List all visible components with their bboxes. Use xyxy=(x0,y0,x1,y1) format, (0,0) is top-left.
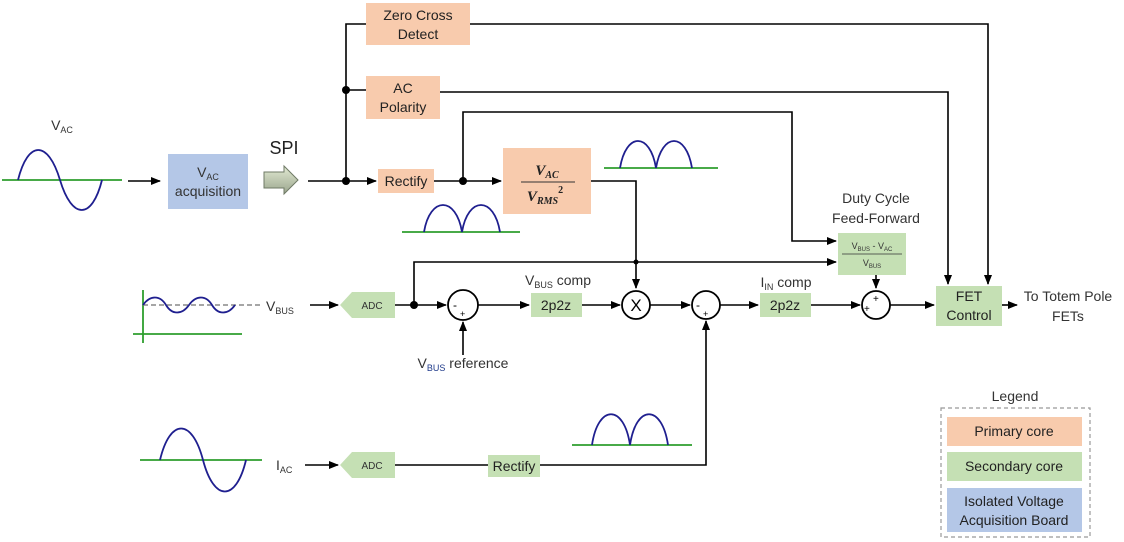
iac-label: IAC xyxy=(276,457,293,475)
legend-item-primary-core: Primary core xyxy=(947,417,1082,446)
iin-comp-label: IIN comp xyxy=(760,274,811,292)
multiplier-junction: X xyxy=(621,290,651,320)
zero-cross-detect-block: Zero Cross Detect xyxy=(366,3,470,45)
svg-text:FETs: FETs xyxy=(1052,308,1084,324)
svg-text:Acquisition Board: Acquisition Board xyxy=(960,512,1069,528)
svg-text:acquisition: acquisition xyxy=(175,183,241,199)
feedforward-summing-junction: + + xyxy=(861,290,891,320)
fet-control-block: FET Control xyxy=(936,286,1002,326)
duty-ff-title: Duty Cycle xyxy=(842,190,910,206)
vbus-compensator-block: 2p2z xyxy=(531,293,582,317)
svg-text:Control: Control xyxy=(946,307,991,323)
rectify-top-block: Rectify xyxy=(378,169,434,193)
vac-normalization-block: VAC VRMS2 xyxy=(503,148,591,214)
pfc-control-diagram: VAC VAC acquisition SPI Zero Cross Detec… xyxy=(2,3,1113,538)
svg-text:ADC: ADC xyxy=(361,301,382,312)
svg-text:Isolated Voltage: Isolated Voltage xyxy=(964,493,1064,509)
duty-cycle-feedforward-block: VBUS - VAC VBUS xyxy=(838,233,906,275)
legend-item-secondary-core: Secondary core xyxy=(947,452,1082,481)
svg-text:Zero Cross: Zero Cross xyxy=(383,7,452,23)
svg-text:AC: AC xyxy=(393,80,412,96)
svg-text:-: - xyxy=(696,298,700,312)
svg-text:+: + xyxy=(864,304,870,315)
svg-text:+: + xyxy=(460,309,465,319)
vac-acquisition-block: VAC acquisition xyxy=(168,154,248,209)
svg-text:Polarity: Polarity xyxy=(380,99,427,115)
vac-label: VAC xyxy=(51,117,73,135)
ac-polarity-block: AC Polarity xyxy=(366,76,440,119)
adc-vbus-block: ADC xyxy=(340,292,395,318)
current-compensator-block: 2p2z xyxy=(760,293,811,317)
svg-text:Rectify: Rectify xyxy=(385,173,428,189)
rectified-waveform-current xyxy=(572,413,692,446)
svg-text:Feed-Forward: Feed-Forward xyxy=(832,210,920,226)
svg-text:2p2z: 2p2z xyxy=(541,297,571,313)
legend-item-isolated-board: Isolated Voltage Acquisition Board xyxy=(947,488,1082,532)
adc-iac-block: ADC xyxy=(340,452,395,478)
rectified-waveform-top xyxy=(402,204,520,233)
spi-arrow-icon xyxy=(263,164,299,196)
svg-text:+: + xyxy=(703,309,708,319)
svg-text:Rectify: Rectify xyxy=(493,458,536,474)
iac-waveform xyxy=(140,427,262,493)
vbus-label: VBUS xyxy=(266,298,294,316)
legend: Legend Primary core Secondary core Isola… xyxy=(940,388,1091,538)
output-label: To Totem Pole xyxy=(1024,288,1113,304)
vbus-reference-label: VBUS reference xyxy=(418,355,509,373)
rectified-waveform-normalized xyxy=(604,140,718,169)
vbus-error-summing-junction: - + xyxy=(447,289,479,321)
svg-text:X: X xyxy=(630,296,641,315)
svg-text:Detect: Detect xyxy=(398,26,439,42)
svg-text:Primary core: Primary core xyxy=(974,423,1054,439)
svg-text:-: - xyxy=(453,298,457,312)
rectify-bottom-block: Rectify xyxy=(488,455,540,477)
current-error-summing-junction: - + xyxy=(691,290,721,320)
vac-waveform xyxy=(2,149,122,211)
svg-text:FET: FET xyxy=(956,288,983,304)
vbus-comp-label: VBUS comp xyxy=(525,272,591,290)
svg-text:Secondary core: Secondary core xyxy=(965,458,1063,474)
svg-text:Legend: Legend xyxy=(992,388,1039,404)
vbus-waveform xyxy=(133,290,260,343)
svg-text:2p2z: 2p2z xyxy=(770,297,800,313)
svg-text:+: + xyxy=(873,294,879,305)
spi-label: SPI xyxy=(269,138,298,158)
svg-text:ADC: ADC xyxy=(361,461,382,472)
